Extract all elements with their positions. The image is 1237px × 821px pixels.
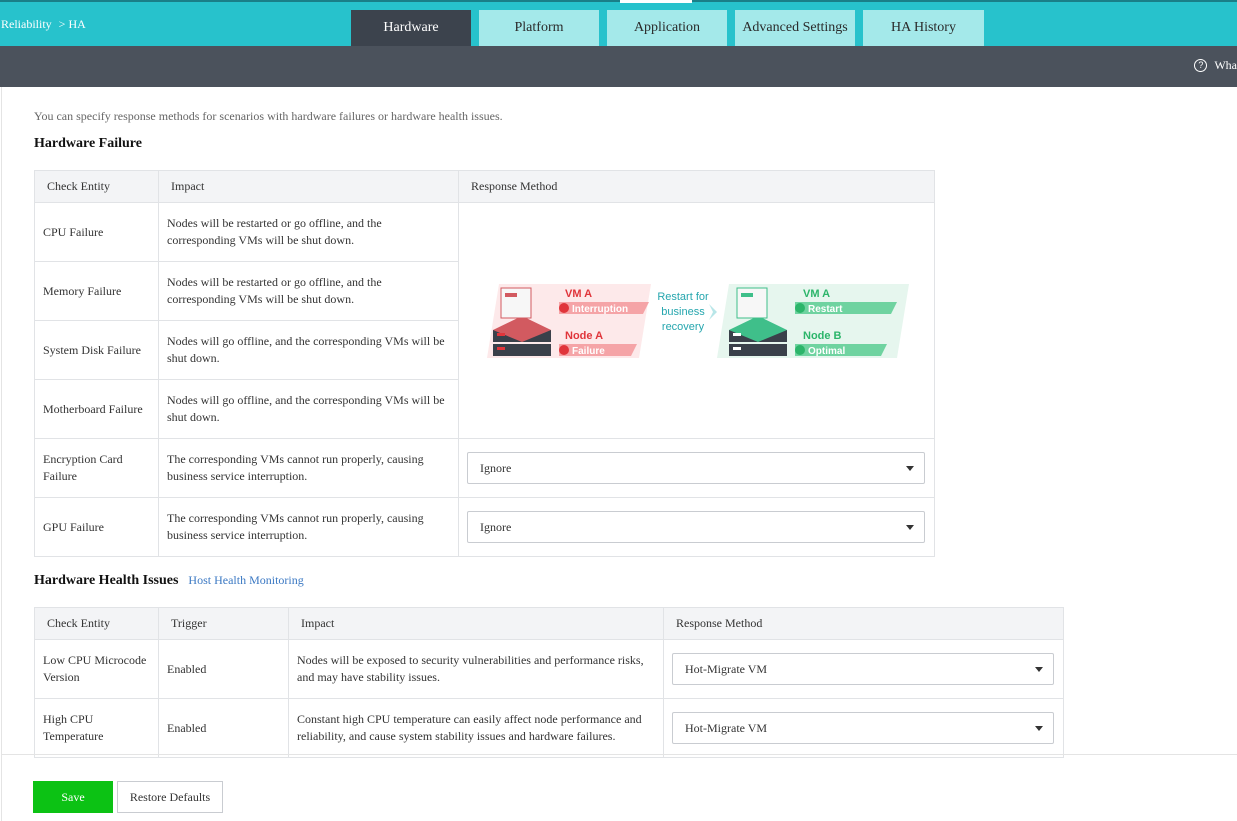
ha-restart-diagram: VM A Interruption Node A Failure Restart… (459, 204, 934, 438)
failure-label: Failure (572, 346, 605, 357)
health-issues-table: Check Entity Trigger Impact Response Met… (34, 607, 1064, 758)
gpu-response-select[interactable]: Ignore (467, 511, 925, 543)
response-illustration-cell: VM A Interruption Node A Failure Restart… (458, 202, 935, 439)
header-check-entity: Check Entity (34, 170, 159, 203)
microcode-response-select[interactable]: Hot-Migrate VM (672, 653, 1054, 685)
select-value: Hot-Migrate VM (685, 721, 768, 735)
table-row: Encryption Card Failure The correspondin… (34, 438, 935, 498)
hardware-failure-table: Check Entity Impact Response Method CPU … (34, 170, 935, 557)
impact-cell: The corresponding VMs cannot run properl… (158, 438, 459, 498)
breadcrumb-parent[interactable]: Reliability (1, 17, 52, 32)
tab-platform[interactable]: Platform (479, 10, 599, 46)
health-issues-title: Hardware Health Issues (34, 573, 179, 588)
caret-down-icon (1035, 726, 1043, 731)
caret-down-icon (906, 525, 914, 530)
table-row: High CPU Temperature Enabled Constant hi… (34, 698, 1064, 758)
intro-text: You can specify response methods for sce… (34, 109, 503, 123)
entity-cell: System Disk Failure (34, 320, 159, 380)
encryption-card-response-select[interactable]: Ignore (467, 452, 925, 484)
header-impact: Impact (288, 607, 664, 640)
impact-cell: Nodes will be restarted or go offline, a… (158, 202, 459, 262)
sub-toolbar: ? Wha (0, 46, 1237, 87)
impact-cell: Nodes will go offline, and the correspon… (158, 320, 459, 380)
restart-text-1: Restart for (657, 291, 709, 303)
table-row: GPU Failure The corresponding VMs cannot… (34, 497, 935, 557)
table-row: CPU Failure Nodes will be restarted or g… (34, 202, 935, 439)
entity-cell: GPU Failure (34, 497, 159, 557)
caret-down-icon (906, 466, 914, 471)
response-cell: Ignore (458, 497, 935, 557)
entity-cell: High CPU Temperature (34, 698, 159, 758)
table-row: Low CPU Microcode Version Enabled Nodes … (34, 639, 1064, 699)
tab-advanced-settings[interactable]: Advanced Settings (735, 10, 855, 46)
diagram-svg: VM A Interruption Node A Failure Restart… (487, 283, 909, 358)
impact-cell: Constant high CPU temperature can easily… (288, 698, 664, 758)
host-health-monitoring-link[interactable]: Host Health Monitoring (188, 573, 303, 587)
node-b-label: Node B (803, 330, 842, 342)
save-button[interactable]: Save (33, 781, 113, 813)
restart-label: Restart (808, 304, 843, 315)
node-a-label: Node A (565, 330, 603, 342)
trigger-cell: Enabled (158, 639, 289, 699)
entity-cell: Motherboard Failure (34, 379, 159, 439)
caret-down-icon (1035, 667, 1043, 672)
header-check-entity: Check Entity (34, 607, 159, 640)
top-bar: Reliability > HA Hardware Platform Applica… (0, 0, 1237, 46)
response-cell: Ignore (458, 438, 935, 498)
health-issues-heading: Hardware Health Issues Host Health Monito… (34, 573, 304, 589)
select-value: Ignore (480, 520, 512, 534)
restore-defaults-button[interactable]: Restore Defaults (117, 781, 223, 813)
vm-a-left-label: VM A (565, 288, 592, 300)
entity-cell: Encryption Card Failure (34, 438, 159, 498)
impact-cell: The corresponding VMs cannot run properl… (158, 497, 459, 557)
restart-text-2: business (661, 306, 705, 318)
footer-bar: Save Restore Defaults (2, 754, 1237, 821)
breadcrumb: Reliability > HA (1, 17, 86, 32)
optimal-label: Optimal (808, 346, 845, 357)
impact-cell: Nodes will be exposed to security vulner… (288, 639, 664, 699)
response-cell: Hot-Migrate VM (663, 698, 1064, 758)
hardware-failure-title: Hardware Failure (34, 136, 142, 151)
content-panel: You can specify response methods for sce… (1, 87, 1237, 821)
arrow-icon (709, 303, 717, 320)
entity-cell: CPU Failure (34, 202, 159, 262)
tab-application[interactable]: Application (607, 10, 727, 46)
help-icon: ? (1194, 59, 1208, 72)
cpu-temperature-response-select[interactable]: Hot-Migrate VM (672, 712, 1054, 744)
entity-cell: Memory Failure (34, 261, 159, 321)
breadcrumb-separator: > (58, 17, 66, 31)
header-impact: Impact (158, 170, 459, 203)
select-value: Hot-Migrate VM (685, 662, 768, 676)
help-label: Wha (1214, 58, 1237, 72)
top-indicator (620, 0, 692, 3)
breadcrumb-current: HA (68, 17, 86, 31)
warning-icon-interruption (559, 302, 569, 313)
tab-ha-history[interactable]: HA History (863, 10, 984, 46)
header-response-method: Response Method (458, 170, 935, 203)
warning-icon-failure (559, 344, 569, 355)
impact-cell: Nodes will be restarted or go offline, a… (158, 261, 459, 321)
trigger-cell: Enabled (158, 698, 289, 758)
restart-text-3: recovery (662, 321, 705, 333)
help-link[interactable]: ? Wha (1194, 58, 1237, 73)
header-response-method: Response Method (663, 607, 1064, 640)
entity-cell: Low CPU Microcode Version (34, 639, 159, 699)
interruption-label: Interruption (572, 304, 628, 315)
response-cell: Hot-Migrate VM (663, 639, 1064, 699)
select-value: Ignore (480, 461, 512, 475)
tab-hardware[interactable]: Hardware (351, 10, 471, 46)
impact-cell: Nodes will go offline, and the correspon… (158, 379, 459, 439)
vm-a-right-label: VM A (803, 288, 830, 300)
restart-icon (795, 302, 805, 313)
header-trigger: Trigger (158, 607, 289, 640)
play-icon (795, 344, 805, 355)
